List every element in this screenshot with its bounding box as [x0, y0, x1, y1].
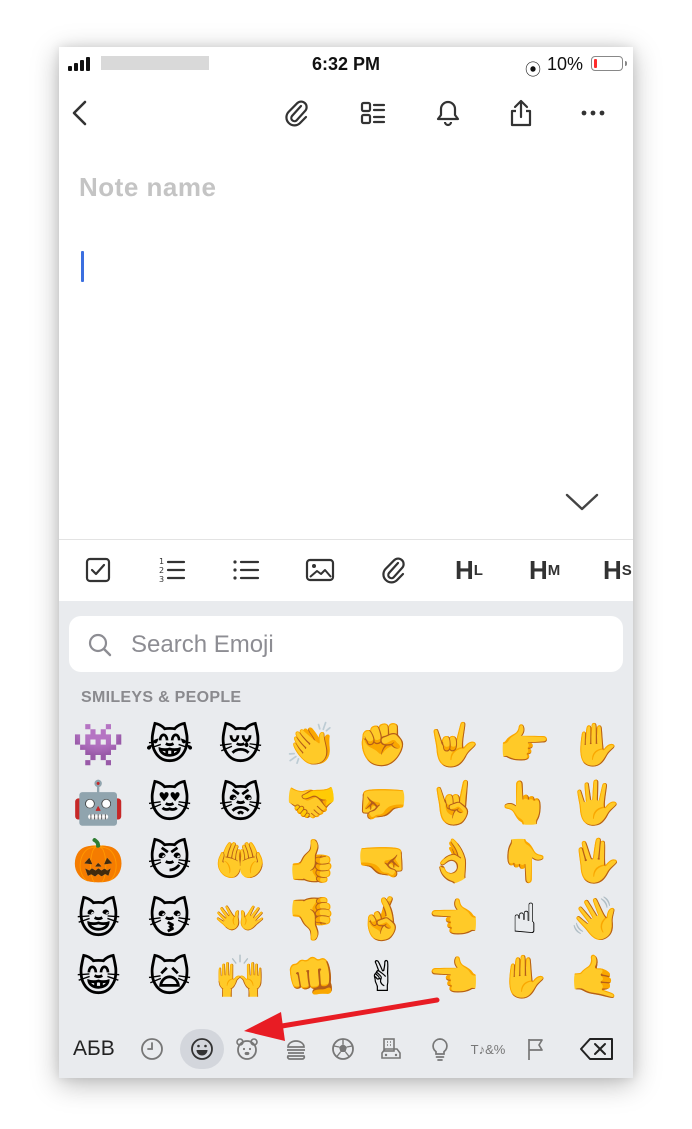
emoji-key[interactable]: 👎 [276, 890, 347, 948]
image-icon[interactable] [305, 552, 335, 588]
checkbox-icon[interactable] [83, 552, 113, 588]
heading-medium-button[interactable]: HM [529, 552, 560, 588]
emoji-key[interactable]: 👐 [205, 890, 276, 948]
svg-text:1: 1 [159, 557, 164, 566]
heading-small-sub: S [621, 561, 632, 579]
emoji-row: 😺 😽 👐 👎 🤞 👈 ☝ 👋 [63, 890, 633, 948]
battery-icon [591, 56, 627, 71]
emoji-key[interactable]: 🤛 [347, 774, 418, 832]
emoji-section-title: SMILEYS & PEOPLE [81, 689, 242, 706]
emoji-key[interactable]: 🤙 [560, 948, 631, 1006]
animal-icon[interactable] [234, 1029, 260, 1069]
emoji-key[interactable]: 🤟 [418, 716, 489, 774]
emoji-key[interactable]: 🤞 [347, 890, 418, 948]
collapse-keyboard-icon[interactable] [562, 487, 602, 517]
emoji-key[interactable]: 😸 [63, 948, 134, 1006]
emoji-key[interactable]: 😾 [205, 774, 276, 832]
emoji-row: 😸 🙀 🙌 👊 ✌ 👈 ✋ 🤙 [63, 948, 633, 1006]
emoji-key[interactable]: 👏 [276, 716, 347, 774]
objects-icon[interactable] [427, 1029, 453, 1069]
note-title-input[interactable]: Note name [79, 172, 216, 203]
note-toolbar [59, 87, 633, 139]
emoji-key[interactable]: 👈 [418, 890, 489, 948]
emoji-key[interactable]: 😻 [134, 774, 205, 832]
emoji-key[interactable]: 👇 [489, 832, 560, 890]
emoji-key[interactable]: ☝ [489, 890, 560, 948]
emoji-key[interactable]: 🎃 [63, 832, 134, 890]
svg-text:2: 2 [159, 566, 164, 575]
heading-large-label: H [455, 554, 474, 585]
emoji-key[interactable]: 👾 [63, 716, 134, 774]
share-icon[interactable] [501, 93, 541, 133]
emoji-key[interactable]: 😹 [134, 716, 205, 774]
emoji-key[interactable]: ✊ [347, 716, 418, 774]
emoji-key[interactable]: ✋ [560, 716, 631, 774]
emoji-row: 🎃 😼 🤲 👍 🤜 👌 👇 🖖 [63, 832, 633, 890]
emoji-key[interactable]: ✋ [489, 948, 560, 1006]
emoji-grid: 👾 😹 😿 👏 ✊ 🤟 👉 ✋ 🤖 😻 😾 🤝 🤛 🤘 👆 🖐 🎃 😼 🤲 👍 … [63, 716, 633, 1006]
heading-small-button[interactable]: HS [603, 552, 632, 588]
emoji-row: 🤖 😻 😾 🤝 🤛 🤘 👆 🖐 [63, 774, 633, 832]
heading-large-sub: L [473, 561, 483, 579]
attach-icon[interactable] [379, 552, 409, 588]
food-icon[interactable] [283, 1029, 309, 1069]
emoji-keyboard: Search Emoji SMILEYS & PEOPLE 👾 😹 😿 👏 ✊ … [59, 601, 633, 1078]
emoji-key[interactable]: 👋 [560, 890, 631, 948]
heading-large-button[interactable]: HL [455, 552, 483, 588]
heading-medium-label: H [529, 554, 548, 585]
emoji-key[interactable]: 🤘 [418, 774, 489, 832]
attach-icon[interactable] [277, 93, 317, 133]
emoji-key[interactable]: 🤖 [63, 774, 134, 832]
emoji-key[interactable]: 👌 [418, 832, 489, 890]
flag-icon[interactable] [523, 1029, 549, 1069]
bell-icon[interactable] [428, 93, 468, 133]
emoji-key[interactable]: 👍 [276, 832, 347, 890]
emoji-key[interactable]: 🤜 [347, 832, 418, 890]
numbered-list-icon[interactable]: 123 [157, 552, 187, 588]
search-icon [88, 633, 112, 657]
emoji-key[interactable]: 🖖 [560, 832, 631, 890]
status-bar: 6:32 PM ⦿ 10% [59, 47, 633, 83]
emoji-key[interactable]: 🙌 [205, 948, 276, 1006]
emoji-key[interactable]: 🙀 [134, 948, 205, 1006]
backspace-icon[interactable] [579, 1029, 615, 1069]
language-key[interactable]: АБВ [73, 1029, 115, 1069]
emoji-key[interactable]: 🤲 [205, 832, 276, 890]
emoji-key[interactable]: 🖐 [560, 774, 631, 832]
more-icon[interactable] [573, 93, 613, 133]
orientation-lock-icon: ⦿ [525, 62, 542, 79]
layout-icon[interactable] [353, 93, 393, 133]
bullet-list-icon[interactable] [231, 552, 261, 588]
heading-small-label: H [603, 554, 622, 585]
heading-medium-sub: M [547, 561, 561, 579]
emoji-key[interactable]: 👉 [489, 716, 560, 774]
emoji-key[interactable]: 👈 [418, 948, 489, 1006]
format-toolbar: 123 HL HM HS [59, 539, 633, 602]
emoji-row: 👾 😹 😿 👏 ✊ 🤟 👉 ✋ [63, 716, 633, 774]
smiley-icon[interactable] [180, 1029, 224, 1069]
emoji-category-bar: АБВ T♪&% [59, 1019, 633, 1078]
emoji-key[interactable]: ✌ [347, 948, 418, 1006]
emoji-key[interactable]: 🤝 [276, 774, 347, 832]
battery-percent: 10% [547, 54, 584, 74]
emoji-key[interactable]: 👊 [276, 948, 347, 1006]
emoji-key[interactable]: 😼 [134, 832, 205, 890]
text-cursor [81, 251, 84, 282]
emoji-key[interactable]: 😺 [63, 890, 134, 948]
svg-text:3: 3 [159, 575, 164, 584]
symbols-icon[interactable]: T♪&% [471, 1029, 506, 1069]
emoji-search-placeholder: Search Emoji [131, 631, 274, 658]
emoji-search-field[interactable]: Search Emoji [69, 616, 623, 672]
travel-icon[interactable] [378, 1029, 404, 1069]
recent-icon[interactable] [139, 1029, 165, 1069]
back-icon[interactable] [61, 93, 101, 133]
emoji-key[interactable]: 👆 [489, 774, 560, 832]
activity-icon[interactable] [330, 1029, 356, 1069]
phone-screen: 6:32 PM ⦿ 10% Note name 1 2 3 H L H M H … [59, 47, 633, 1078]
emoji-key[interactable]: 😽 [134, 890, 205, 948]
emoji-key[interactable]: 😿 [205, 716, 276, 774]
